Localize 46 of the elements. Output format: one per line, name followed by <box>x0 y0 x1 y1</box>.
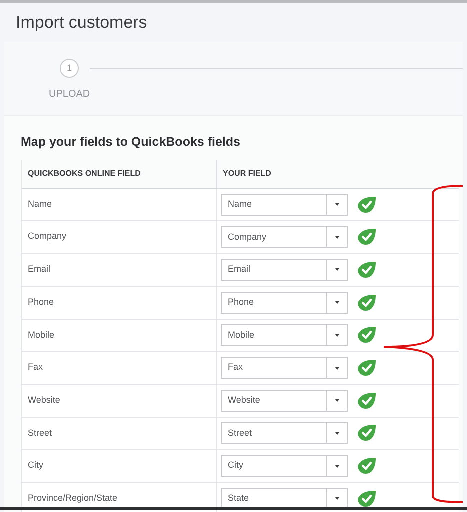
field-dropdown[interactable]: Name <box>221 194 348 216</box>
table-cell: Email <box>28 264 51 276</box>
field-dropdown[interactable]: Phone <box>221 292 348 314</box>
check-icon <box>357 457 377 476</box>
caret-icon <box>334 268 340 272</box>
caret-icon <box>334 301 340 304</box>
caret-icon <box>334 399 340 402</box>
check-icon <box>357 228 377 246</box>
field-dropdown[interactable]: State <box>221 488 348 510</box>
field-dropdown[interactable]: Email <box>221 258 348 281</box>
table-cell: Company <box>28 231 67 242</box>
caret-icon <box>334 464 340 468</box>
caret-icon <box>334 432 340 435</box>
step-label: UPLOAD <box>49 88 90 102</box>
column-header: QUICKBOOKS ONLINE FIELD <box>28 168 141 180</box>
table-cell: Street <box>28 428 52 439</box>
step-number: 1 <box>60 59 80 78</box>
check-icon <box>357 326 377 344</box>
caret-icon <box>334 236 340 239</box>
caret-icon <box>334 366 340 370</box>
field-dropdown[interactable]: Mobile <box>221 324 348 346</box>
table-cell: City <box>28 460 44 472</box>
page-title: Import customers <box>16 12 148 34</box>
table-cell: Province/Region/State <box>28 492 118 504</box>
caret-icon <box>334 203 340 206</box>
check-icon <box>357 294 377 312</box>
table-cell: Name <box>28 198 52 210</box>
check-icon <box>357 260 377 279</box>
column-header: YOUR FIELD <box>223 168 272 180</box>
section-title: Map your fields to QuickBooks fields <box>21 134 242 151</box>
table-cell: Mobile <box>28 330 55 340</box>
table-cell: Phone <box>28 296 54 308</box>
caret-icon <box>334 497 340 500</box>
field-dropdown[interactable]: City <box>221 455 348 478</box>
field-dropdown[interactable]: Street <box>221 422 348 444</box>
caret-icon <box>334 334 340 337</box>
check-icon <box>357 490 377 508</box>
field-dropdown[interactable]: Fax <box>221 357 348 380</box>
check-icon <box>357 359 377 378</box>
check-icon <box>357 196 377 214</box>
check-icon <box>357 424 377 442</box>
field-dropdown[interactable]: Website <box>221 390 348 412</box>
table-cell: Website <box>28 394 60 406</box>
table-cell: Fax <box>28 362 44 374</box>
field-dropdown[interactable]: Company <box>221 226 348 248</box>
check-icon <box>357 392 377 410</box>
